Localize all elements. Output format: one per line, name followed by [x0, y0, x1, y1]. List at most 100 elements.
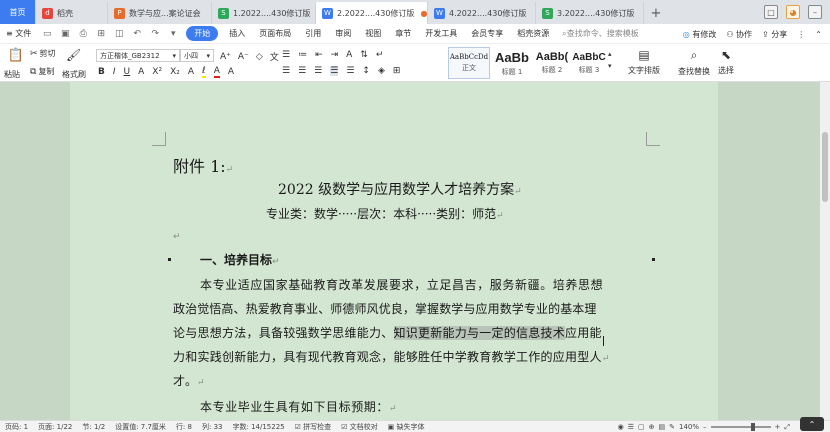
fit-icon[interactable]: ⤢ — [784, 423, 790, 432]
zoom-slider-knob[interactable] — [750, 423, 755, 431]
has-changes-button[interactable]: ◎ 有修改 — [683, 29, 717, 40]
distributed-icon[interactable]: ☰ — [346, 66, 354, 76]
borders-icon[interactable]: ⊞ — [393, 66, 401, 76]
tab-document[interactable]: W 4.2022....430修订版 — [428, 2, 536, 24]
menu-item-view[interactable]: 视图 — [358, 28, 388, 39]
bold-icon[interactable]: B — [98, 67, 105, 77]
redo-icon[interactable]: ↷ — [149, 28, 161, 40]
more-icon[interactable]: ▾ — [167, 28, 179, 40]
menu-item-review[interactable]: 审阅 — [328, 28, 358, 39]
style-heading-3[interactable]: AaBbC 标题 3 — [572, 47, 606, 79]
style-normal[interactable]: AaBbCcDd 正文 — [448, 47, 490, 79]
avatar-icon[interactable]: ◕ — [786, 5, 800, 19]
align-center-icon[interactable]: ☰ — [298, 66, 306, 76]
align-right-icon[interactable]: ☰ — [314, 66, 322, 76]
zoom-slider[interactable] — [710, 423, 771, 431]
zoom-out-icon[interactable]: – — [703, 423, 707, 431]
numbering-icon[interactable]: ≔ — [298, 50, 307, 60]
menu-item-member[interactable]: 会员专享 — [464, 28, 510, 39]
line-spacing-icon[interactable]: ↕ — [362, 66, 370, 76]
paste-button[interactable]: 📋 — [6, 48, 26, 63]
menu-item-chapter[interactable]: 章节 — [388, 28, 418, 39]
grow-font-icon[interactable]: A⁺ — [220, 52, 231, 62]
sort-icon[interactable]: ⇅ — [360, 50, 368, 60]
style-scroll[interactable]: ▴ ▾ — [608, 50, 612, 70]
command-search[interactable]: ⌕ 查找命令、搜索模板 — [562, 28, 638, 39]
zoom-value[interactable]: 140% — [679, 423, 699, 431]
menu-item-page-layout[interactable]: 页面布局 — [252, 28, 298, 39]
share-button[interactable]: ⇪ 分享 — [762, 29, 787, 40]
layout-view-icon[interactable]: ☰ — [628, 423, 634, 431]
style-heading-2[interactable]: AaBb(标题 2 — [534, 47, 570, 79]
font-name-select[interactable]: 方正楷体_GB2312 ▾ — [96, 49, 180, 62]
select-button[interactable]: ⬉ 选择 — [718, 48, 734, 76]
char-shading-icon[interactable]: A — [228, 67, 234, 77]
paste-label[interactable]: 粘贴 — [4, 69, 20, 80]
spell-check-button[interactable]: ☑ 拼写检查 — [290, 422, 337, 432]
style-heading-1[interactable]: AaBb 标题 1 — [492, 47, 532, 79]
phonetic-icon[interactable]: 文 — [270, 50, 279, 63]
collaborate-button[interactable]: ⚇ 协作 — [726, 29, 752, 40]
bullets-icon[interactable]: ☰ — [282, 50, 290, 60]
decrease-indent-icon[interactable]: ⇤ — [315, 50, 323, 60]
undo-icon[interactable]: ↶ — [131, 28, 143, 40]
tab-home[interactable]: 首页 — [0, 0, 36, 24]
more-menu-icon[interactable]: ⋮ — [797, 30, 805, 39]
menu-file[interactable]: ≡ 文件 — [0, 28, 38, 39]
selected-text[interactable]: 知识更新能力与一定的信息技术 — [393, 326, 566, 340]
menu-item-insert[interactable]: 插入 — [222, 28, 252, 39]
superscript-icon[interactable]: X² — [152, 67, 162, 77]
tab-document[interactable]: S 1.2022....430修订版 — [212, 2, 316, 24]
italic-icon[interactable]: I — [113, 67, 116, 77]
text-layout-button[interactable]: ▤ 文字排版 — [628, 48, 660, 76]
open-icon[interactable]: ▭ — [41, 28, 53, 40]
format-painter-button[interactable]: 🖌 — [66, 48, 81, 62]
highlight-icon[interactable]: ℓ — [202, 66, 206, 78]
preview-icon[interactable]: ◫ — [113, 28, 125, 40]
show-marks-icon[interactable]: ↵ — [376, 50, 384, 60]
text-effect-icon[interactable]: A — [188, 67, 194, 77]
web-view-icon[interactable]: ⊕ — [649, 423, 655, 431]
tab-document[interactable]: S 3.2022....430修订版 — [536, 2, 644, 24]
font-size-select[interactable]: 小四 ▾ — [180, 49, 214, 62]
tab-daoke[interactable]: d 稻壳 — [36, 2, 108, 24]
page-view-icon[interactable]: ▢ — [638, 423, 645, 431]
add-tab-button[interactable]: + — [644, 2, 668, 24]
document-page[interactable]: 附件 1:↵ 2022 级数学与应用数学人才培养方案↵ 专业类：数学·····层… — [70, 82, 718, 420]
missing-font-button[interactable]: ▣ 缺失字体 — [383, 422, 430, 432]
shrink-font-icon[interactable]: A⁻ — [238, 52, 249, 62]
font-color-icon[interactable]: A — [213, 66, 220, 78]
format-painter-label[interactable]: 格式刷 — [62, 69, 86, 80]
print-icon[interactable]: ⊞ — [95, 28, 107, 40]
subscript-icon[interactable]: X₂ — [170, 67, 180, 77]
align-left-icon[interactable]: ☰ — [282, 66, 290, 76]
increase-indent-icon[interactable]: ⇥ — [331, 50, 339, 60]
vertical-scrollbar[interactable] — [820, 82, 830, 420]
scrollbar-thumb[interactable] — [822, 132, 828, 202]
zoom-in-icon[interactable]: + — [775, 423, 781, 431]
layout-icon[interactable]: □ — [764, 5, 778, 19]
find-replace-button[interactable]: ⌕ 查找替换 — [678, 48, 710, 77]
view-mode-icon[interactable]: ◉ — [618, 423, 624, 431]
export-icon[interactable]: ⎙ — [77, 28, 89, 40]
chinese-layout-icon[interactable]: A — [346, 50, 352, 60]
menu-item-daoke-resources[interactable]: 稻壳资源 — [510, 28, 556, 39]
underline-icon[interactable]: U — [124, 67, 131, 77]
minimize-icon[interactable]: – — [808, 5, 822, 19]
justify-icon[interactable]: ☰ — [330, 66, 339, 76]
tab-document-active[interactable]: W 2.2022....430修订版 ● — [316, 2, 428, 24]
pen-icon[interactable]: ✎ — [669, 423, 675, 431]
menu-item-developer[interactable]: 开发工具 — [418, 28, 464, 39]
collapse-ribbon-icon[interactable]: ⌃ — [815, 30, 822, 39]
tab-document[interactable]: P 数学与应...案论证会 — [108, 2, 212, 24]
save-icon[interactable]: ▣ — [59, 28, 71, 40]
status-word-count[interactable]: 字数: 14/15225 — [227, 422, 289, 432]
menu-item-references[interactable]: 引用 — [298, 28, 328, 39]
cut-button[interactable]: ✂ 剪切 — [30, 48, 56, 59]
menu-item-start[interactable]: 开始 — [186, 26, 219, 41]
copy-button[interactable]: ⧉ 复制 — [30, 66, 54, 77]
collapse-up-icon[interactable]: ⌃ — [800, 417, 824, 431]
status-pages[interactable]: 页面: 1/22 — [33, 422, 77, 432]
shading-icon[interactable]: ◈ — [378, 66, 385, 76]
document-canvas[interactable]: 附件 1:↵ 2022 级数学与应用数学人才培养方案↵ 专业类：数学·····层… — [0, 82, 820, 420]
